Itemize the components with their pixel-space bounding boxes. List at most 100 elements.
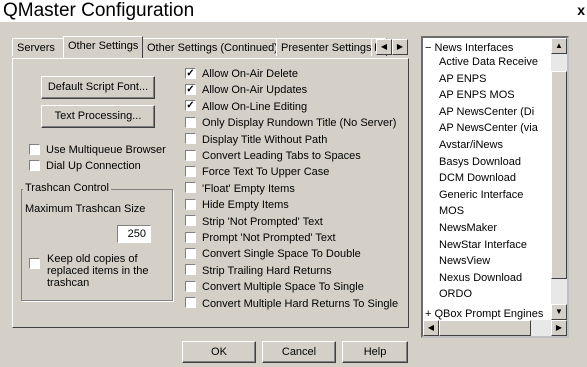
option-row[interactable]: ✓ Allow On-Line Editing [185, 100, 308, 115]
option-label: Strip 'Not Prompted' Text [202, 215, 323, 228]
keep-old-copies-checkbox[interactable] [29, 258, 40, 269]
checked-checkbox[interactable]: ✓ [185, 83, 196, 95]
tree-item[interactable]: AP NewsCenter (via [439, 121, 538, 135]
option-row[interactable]: ✓ Allow On-Air Updates [185, 83, 308, 98]
window-title: QMaster Configuration [3, 0, 195, 21]
tab-scroll-left-icon[interactable]: ◀ [376, 39, 392, 55]
scroll-left-icon[interactable]: ◀ [423, 320, 439, 336]
max-trashcan-size-input[interactable]: 250 [117, 225, 151, 243]
close-icon[interactable]: x [577, 2, 585, 18]
option-label: Prompt 'Not Prompted' Text [202, 232, 336, 244]
option-label: 'Float' Empty Items [202, 182, 295, 195]
unchecked-checkbox[interactable] [185, 215, 196, 227]
option-label: Display Title Without Path [202, 133, 328, 146]
option-row[interactable]: Convert Leading Tabs to Spaces [185, 149, 361, 164]
use-multiqueue-browser-label: Use Multiqueue Browser [46, 144, 166, 156]
tab-strip: Servers Other Settings Other Settings (C… [12, 36, 409, 58]
use-multiqueue-browser-option[interactable]: Use Multiqueue Browser [29, 143, 166, 158]
unchecked-checkbox[interactable] [185, 149, 196, 161]
option-row[interactable]: Convert Single Space To Double [185, 247, 361, 262]
unchecked-checkbox[interactable] [185, 165, 196, 177]
option-row[interactable]: Convert Multiple Space To Single [185, 280, 364, 295]
option-row[interactable]: Force Text To Upper Case [185, 165, 330, 180]
option-row[interactable]: Strip 'Not Prompted' Text [185, 215, 323, 230]
default-script-font-button[interactable]: Default Script Font... [41, 76, 155, 99]
tab-servers[interactable]: Servers [12, 38, 64, 56]
option-row[interactable]: Display Title Without Path [185, 133, 328, 148]
use-multiqueue-browser-checkbox[interactable] [29, 143, 40, 155]
dial-up-connection-label: Dial Up Connection [46, 160, 141, 172]
unchecked-checkbox[interactable] [185, 116, 196, 128]
keep-old-copies-label-line3: trashcan [47, 277, 90, 289]
tree-item[interactable]: Basys Download [439, 155, 521, 169]
option-label: Convert Single Space To Double [202, 248, 361, 261]
option-row[interactable]: ✓ Allow On-Air Delete [185, 67, 298, 82]
tree-item[interactable]: Avstar/iNews [439, 138, 503, 152]
tree-item[interactable]: NewStar Interface [439, 238, 527, 252]
checked-checkbox[interactable]: ✓ [185, 67, 196, 79]
ok-button[interactable]: OK [182, 341, 256, 363]
text-processing-button[interactable]: Text Processing... [41, 105, 155, 128]
tree-vertical-scrollbar[interactable]: ▲ ▼ [551, 38, 567, 320]
tree-item[interactable]: Active Data Receive [439, 55, 538, 69]
tree-root-label: News Interfaces [434, 42, 514, 54]
help-button[interactable]: Help [342, 341, 408, 363]
tree-item[interactable]: Nexus Download [439, 271, 522, 285]
trashcan-control-legend: Trashcan Control [23, 182, 111, 194]
tree-horizontal-scrollbar[interactable]: ◀ ▶ [423, 320, 567, 336]
tree-item[interactable]: NewsView [439, 254, 490, 268]
max-trashcan-size-label: Maximum Trashcan Size [25, 203, 146, 215]
collapse-icon[interactable]: − [425, 42, 431, 54]
option-label: Convert Multiple Space To Single [202, 281, 364, 294]
unchecked-checkbox[interactable] [185, 198, 196, 210]
option-label: Force Text To Upper Case [202, 166, 330, 179]
scroll-down-icon[interactable]: ▼ [551, 304, 567, 320]
tree-item[interactable]: NewsMaker [439, 221, 497, 235]
option-label: Allow On-Air Delete [202, 68, 298, 80]
tree-item[interactable]: MOS [439, 204, 464, 218]
option-label: Only Display Rundown Title (No Server) [202, 117, 397, 130]
tree-root-news-interfaces[interactable]: − News Interfaces [425, 41, 513, 55]
checked-checkbox[interactable]: ✓ [185, 100, 196, 112]
unchecked-checkbox[interactable] [185, 280, 196, 292]
scroll-thumb[interactable] [551, 71, 567, 279]
scroll-up-icon[interactable]: ▲ [551, 38, 567, 54]
scroll-right-icon[interactable]: ▶ [551, 320, 567, 336]
option-row[interactable]: Prompt 'Not Prompted' Text [185, 231, 336, 246]
option-row[interactable]: 'Float' Empty Items [185, 182, 295, 197]
dial-up-connection-checkbox[interactable] [29, 159, 40, 171]
option-label: Strip Trailing Hard Returns [202, 264, 332, 277]
tree-item[interactable]: AP ENPS [439, 72, 487, 86]
tab-presenter-settings[interactable]: Presenter Settings [276, 38, 372, 56]
unchecked-checkbox[interactable] [185, 182, 196, 194]
option-row[interactable]: Only Display Rundown Title (No Server) [185, 116, 397, 131]
expand-icon[interactable]: + [425, 308, 431, 320]
tab-other-settings[interactable]: Other Settings [63, 36, 143, 58]
hscroll-thumb[interactable] [439, 320, 531, 336]
title-bar: QMaster Configuration x [0, 0, 587, 22]
tree-item[interactable]: AP ENPS MOS [439, 88, 515, 102]
tree-root-qbox-prompt-engines[interactable]: + QBox Prompt Engines [425, 307, 543, 321]
tab-scroll-right-icon[interactable]: ▶ [392, 39, 408, 55]
interfaces-tree[interactable]: − News Interfaces Active Data Receive AP … [421, 36, 569, 338]
unchecked-checkbox[interactable] [185, 133, 196, 145]
unchecked-checkbox[interactable] [185, 247, 196, 259]
tree-root-next-label: QBox Prompt Engines [434, 308, 544, 320]
unchecked-checkbox[interactable] [185, 264, 196, 276]
option-row[interactable]: Strip Trailing Hard Returns [185, 264, 332, 279]
option-row[interactable]: Hide Empty Items [185, 198, 289, 213]
unchecked-checkbox[interactable] [185, 297, 196, 309]
option-row[interactable]: Convert Multiple Hard Returns To Single [185, 297, 398, 312]
option-label: Allow On-Line Editing [202, 100, 308, 113]
tab-other-settings-continued[interactable]: Other Settings (Continued) [142, 38, 277, 56]
unchecked-checkbox[interactable] [185, 231, 196, 243]
dial-up-connection-option[interactable]: Dial Up Connection [29, 159, 141, 174]
tree-item[interactable]: ORDO [439, 287, 472, 301]
tree-item[interactable]: DCM Download [439, 171, 516, 185]
tree-item[interactable]: AP NewsCenter (Di [439, 105, 534, 119]
option-label: Convert Leading Tabs to Spaces [202, 150, 361, 162]
tree-item[interactable]: Generic Interface [439, 188, 523, 202]
option-label: Allow On-Air Updates [202, 84, 308, 97]
cancel-button[interactable]: Cancel [262, 341, 336, 363]
option-label: Hide Empty Items [202, 199, 289, 212]
